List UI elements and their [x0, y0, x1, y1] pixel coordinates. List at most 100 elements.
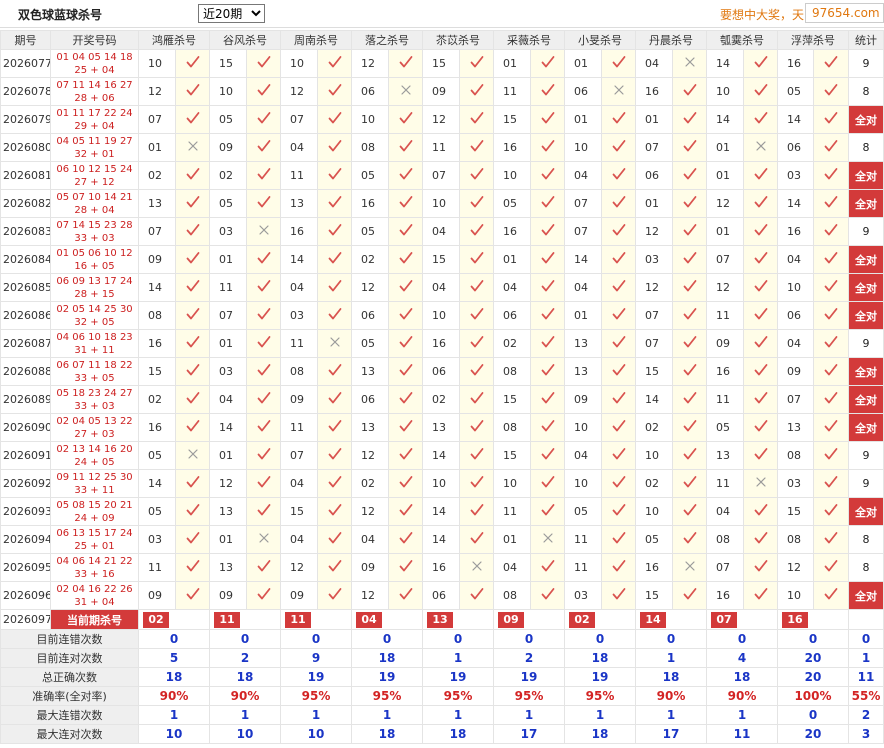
kill-number-cell: 11 — [706, 469, 744, 498]
stats-value: 17 — [635, 724, 707, 744]
result-mark-cell — [388, 525, 423, 554]
check-icon — [824, 364, 838, 380]
kill-number-cell: 05 — [209, 105, 247, 134]
kill-number-cell: 16 — [422, 553, 460, 582]
col-header-expert-8[interactable]: 丹晨杀号 — [635, 30, 707, 50]
check-icon — [683, 504, 697, 520]
col-header-expert-5[interactable]: 苶苡杀号 — [422, 30, 494, 50]
col-header-expert-1[interactable]: 鸿雁杀号 — [138, 30, 210, 50]
result-mark-cell — [459, 581, 494, 610]
period-range-select[interactable]: 近20期 — [198, 4, 265, 23]
draw-numbers-line-2: 16 + 05 — [74, 260, 115, 272]
kill-number-cell: 02 — [351, 245, 389, 274]
stat-cell: 全对 — [848, 413, 884, 442]
result-mark-cell — [530, 245, 565, 274]
check-icon — [328, 252, 342, 268]
kill-number-cell: 15 — [493, 441, 531, 470]
result-mark-cell — [813, 525, 849, 554]
stats-value: 5 — [138, 648, 210, 668]
check-icon — [754, 196, 768, 212]
stat-cell: 全对 — [848, 273, 884, 302]
result-mark-cell — [459, 273, 494, 302]
check-icon — [399, 364, 413, 380]
kill-number-cell: 04 — [280, 133, 318, 162]
col-header-expert-2[interactable]: 谷风杀号 — [209, 30, 281, 50]
kill-number-cell: 12 — [351, 273, 389, 302]
kill-number-cell: 02 — [635, 469, 673, 498]
check-icon — [328, 280, 342, 296]
kill-number-cell: 05 — [351, 217, 389, 246]
table-row: 2026083 07 14 15 23 28 33 + 03 07 03 16 05 04 16… — [0, 217, 884, 246]
col-header-expert-6[interactable]: 采薇杀号 — [493, 30, 565, 50]
cross-icon — [187, 141, 199, 155]
col-header-expert-9[interactable]: 瓠霙杀号 — [706, 30, 778, 50]
check-icon — [754, 308, 768, 324]
kill-number-cell: 07 — [635, 329, 673, 358]
check-icon — [541, 448, 555, 464]
check-icon — [541, 560, 555, 576]
result-mark-cell — [246, 357, 281, 386]
kill-number-cell: 03 — [209, 357, 247, 386]
col-header-expert-7[interactable]: 小旻杀号 — [564, 30, 636, 50]
kill-number-cell: 09 — [209, 133, 247, 162]
draw-numbers-line-1: 06 09 13 17 24 — [56, 275, 133, 287]
period-cell: 2026087 — [0, 329, 51, 358]
col-header-expert-4[interactable]: 落之杀号 — [351, 30, 423, 50]
stats-value: 1 — [209, 705, 281, 725]
draw-numbers-cell: 05 07 10 14 21 28 + 04 — [50, 189, 139, 218]
result-mark-cell — [601, 385, 636, 414]
result-mark-cell — [317, 413, 352, 442]
check-icon — [328, 392, 342, 408]
draw-numbers-line-1: 05 08 15 20 21 — [56, 499, 133, 511]
stat-cell: 9 — [848, 49, 884, 78]
stats-value: 0 — [564, 629, 636, 649]
check-icon — [683, 112, 697, 128]
check-icon — [683, 448, 697, 464]
check-icon — [824, 476, 838, 492]
check-icon — [683, 336, 697, 352]
kill-number-cell: 01 — [209, 525, 247, 554]
kill-number-cell: 03 — [777, 469, 814, 498]
check-icon — [612, 308, 626, 324]
draw-numbers-line-2: 33 + 11 — [74, 484, 115, 496]
top-bar: 双色球蓝球杀号 近20期 要想中大奖，天 97654.com — [0, 0, 884, 28]
col-header-expert-3[interactable]: 周南杀号 — [280, 30, 352, 50]
stats-row: 目前连错次数 0 0 0 0 0 0 0 0 0 0 0 — [0, 629, 884, 649]
result-mark-cell — [530, 217, 565, 246]
stats-value: 20 — [777, 667, 849, 687]
check-icon — [186, 560, 200, 576]
kill-number-cell: 16 — [706, 581, 744, 610]
result-mark-cell — [601, 581, 636, 610]
result-mark-cell — [459, 525, 494, 554]
check-icon — [328, 588, 342, 604]
check-icon — [754, 392, 768, 408]
stat-cell: 9 — [848, 217, 884, 246]
col-header-draw: 开奖号码 — [50, 30, 139, 50]
site-brand[interactable]: 97654.com — [805, 3, 884, 23]
stats-value: 0 — [422, 629, 494, 649]
check-icon — [541, 308, 555, 324]
result-mark-cell — [601, 105, 636, 134]
result-mark-cell — [246, 497, 281, 526]
check-icon — [399, 112, 413, 128]
result-mark-cell — [601, 189, 636, 218]
check-icon — [541, 196, 555, 212]
stats-value: 18 — [635, 667, 707, 687]
kill-number-cell: 01 — [209, 245, 247, 274]
kill-number-cell: 08 — [777, 441, 814, 470]
kill-number-cell: 01 — [493, 245, 531, 274]
check-icon — [470, 252, 484, 268]
col-header-expert-10[interactable]: 浮萍杀号 — [777, 30, 849, 50]
current-kill-badge: 11 — [285, 611, 311, 628]
result-mark-cell — [601, 553, 636, 582]
result-mark-cell — [317, 161, 352, 190]
check-icon — [683, 308, 697, 324]
check-icon — [541, 252, 555, 268]
promo-text[interactable]: 要想中大奖，天 — [720, 6, 804, 23]
kill-number-cell: 11 — [280, 329, 318, 358]
check-icon — [257, 336, 271, 352]
kill-number-cell: 14 — [635, 385, 673, 414]
kill-number-cell: 15 — [635, 581, 673, 610]
result-mark-cell — [459, 133, 494, 162]
check-icon — [328, 308, 342, 324]
